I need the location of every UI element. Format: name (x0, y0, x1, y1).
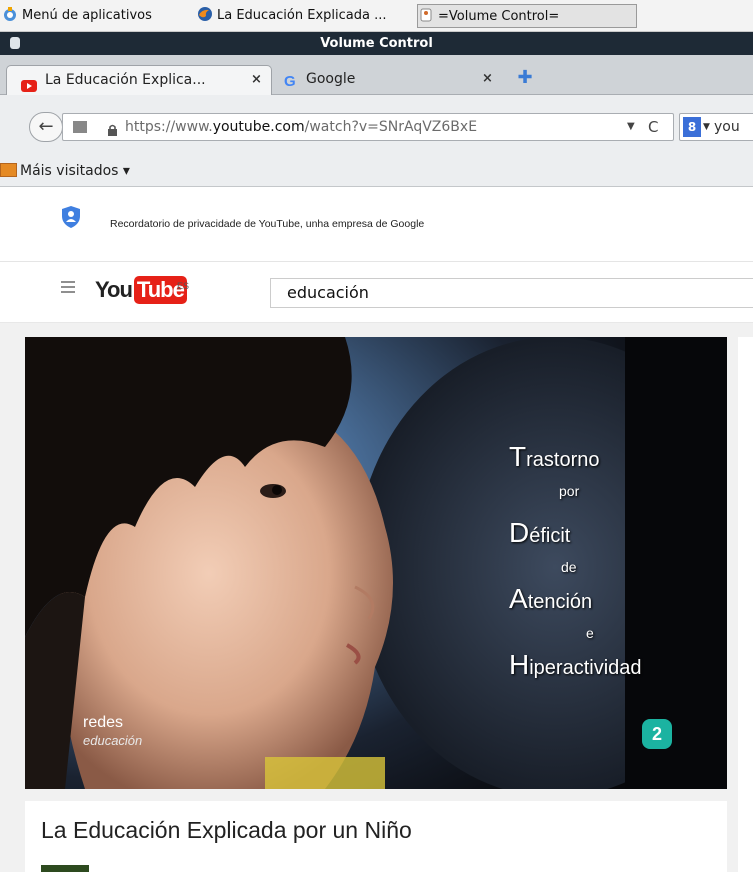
video-info-card: La Educación Explicada por un Niño (25, 801, 727, 872)
privacy-reminder-banner: Recordatorio de privacidade de YouTube, … (0, 188, 753, 262)
bookmarks-toolbar: Máis visitados ▾ (0, 155, 753, 187)
video-title: La Educación Explicada por un Niño (41, 817, 412, 843)
video-player[interactable]: Trastorno por Déficit de Atención e Hipe… (25, 337, 727, 789)
window-titlebar: Volume Control (0, 32, 753, 55)
bookmark-most-visited-label: Máis visitados ▾ (20, 163, 130, 179)
channel-avatar[interactable] (41, 865, 89, 872)
taskbar-volume-label: =Volume Control= (438, 9, 560, 24)
search-engine-icon[interactable]: 8 (683, 117, 701, 137)
navigation-bar: ← https://www.youtube.com/watch?v=SNrAqV… (0, 95, 753, 155)
url-bar[interactable]: https://www.youtube.com/watch?v=SNrAqVZ6… (62, 113, 674, 141)
tab-strip: La Educación Explica... × G Google × ✚ (0, 55, 753, 95)
url-text[interactable]: https://www.youtube.com/watch?v=SNrAqVZ6… (125, 114, 477, 140)
url-history-dropdown-icon[interactable]: ▼ (627, 114, 635, 140)
firefox-icon (197, 6, 213, 22)
back-button[interactable]: ← (29, 112, 63, 142)
taskbar-app-menu[interactable]: Menú de aplicativos (2, 4, 194, 28)
overlay-line-4: de (561, 559, 577, 575)
window-app-icon (10, 37, 20, 49)
overlay-line-5-initial: A (509, 583, 528, 614)
shield-icon (61, 205, 81, 229)
overlay-line-7: Hiperactividad (509, 649, 642, 681)
url-prefix: https://www. (125, 119, 213, 135)
svg-text:G: G (284, 73, 296, 89)
close-tab-icon[interactable]: × (482, 65, 493, 93)
taskbar: Menú de aplicativos La Educación Explica… (0, 0, 753, 32)
url-path: /watch?v=SNrAqVZ6BxE (304, 119, 478, 135)
reload-icon[interactable]: C (648, 114, 658, 140)
redes-brand-line-1: redes (83, 714, 124, 731)
guide-menu-icon[interactable] (61, 281, 75, 293)
new-tab-icon[interactable]: ✚ (516, 69, 534, 87)
channel-logo-badge: 2 (642, 719, 672, 749)
url-domain: youtube.com (212, 119, 305, 135)
taskbar-browser-window[interactable]: La Educación Explicada ... (197, 4, 411, 28)
overlay-line-5-rest: tención (527, 591, 593, 613)
sidebar-column (738, 337, 753, 872)
folder-icon (0, 163, 17, 177)
youtube-logo[interactable]: You Tube ES (95, 275, 189, 305)
overlay-line-7-rest: iperactividad (529, 657, 642, 679)
tab-youtube-label: La Educación Explica... (45, 72, 206, 88)
tab-google-label: Google (306, 71, 356, 87)
site-identity-icon[interactable] (73, 121, 87, 133)
close-tab-icon[interactable]: × (251, 66, 262, 94)
taskbar-volume-control[interactable]: =Volume Control= (417, 4, 637, 28)
overlay-line-1-rest: rastorno (526, 449, 600, 471)
bookmark-most-visited[interactable]: Máis visitados ▾ (0, 159, 130, 183)
google-favicon-icon: G (284, 71, 298, 90)
youtube-logo-you: You (95, 277, 133, 302)
app-menu-icon (2, 6, 18, 22)
tab-google[interactable]: G Google × (274, 65, 506, 95)
privacy-reminder-text[interactable]: Recordatorio de privacidade de YouTube, … (110, 218, 424, 230)
lock-icon (107, 121, 118, 136)
overlay-line-3-initial: D (509, 517, 530, 548)
overlay-line-1-initial: T (509, 441, 527, 472)
country-code: ES (177, 281, 190, 291)
youtube-header: You Tube ES educación (0, 263, 753, 323)
taskbar-browser-label: La Educación Explicada ... (217, 8, 387, 23)
search-bar[interactable]: 8 ▼ you (679, 113, 753, 141)
overlay-line-3-rest: éficit (529, 525, 571, 547)
window-title: Volume Control (320, 36, 433, 51)
search-bar-text[interactable]: you (714, 114, 740, 140)
youtube-favicon-icon (21, 74, 37, 92)
overlay-line-5: Atención (509, 583, 592, 615)
taskbar-app-menu-label: Menú de aplicativos (22, 8, 152, 23)
back-arrow-icon: ← (38, 116, 54, 137)
tab-youtube[interactable]: La Educación Explica... × (6, 65, 272, 95)
search-engine-dropdown-icon[interactable]: ▼ (703, 114, 710, 140)
overlay-line-1: Trastorno (509, 441, 599, 473)
overlay-line-2: por (559, 483, 580, 499)
overlay-line-7-initial: H (509, 649, 530, 680)
redes-brand-line-2: educación (83, 733, 143, 748)
overlay-line-6: e (586, 625, 594, 641)
redes-brand-watermark: redes educación (83, 714, 142, 750)
overlay-line-3: Déficit (509, 517, 570, 549)
youtube-search-input[interactable]: educación (270, 278, 753, 308)
window-icon (418, 7, 434, 23)
